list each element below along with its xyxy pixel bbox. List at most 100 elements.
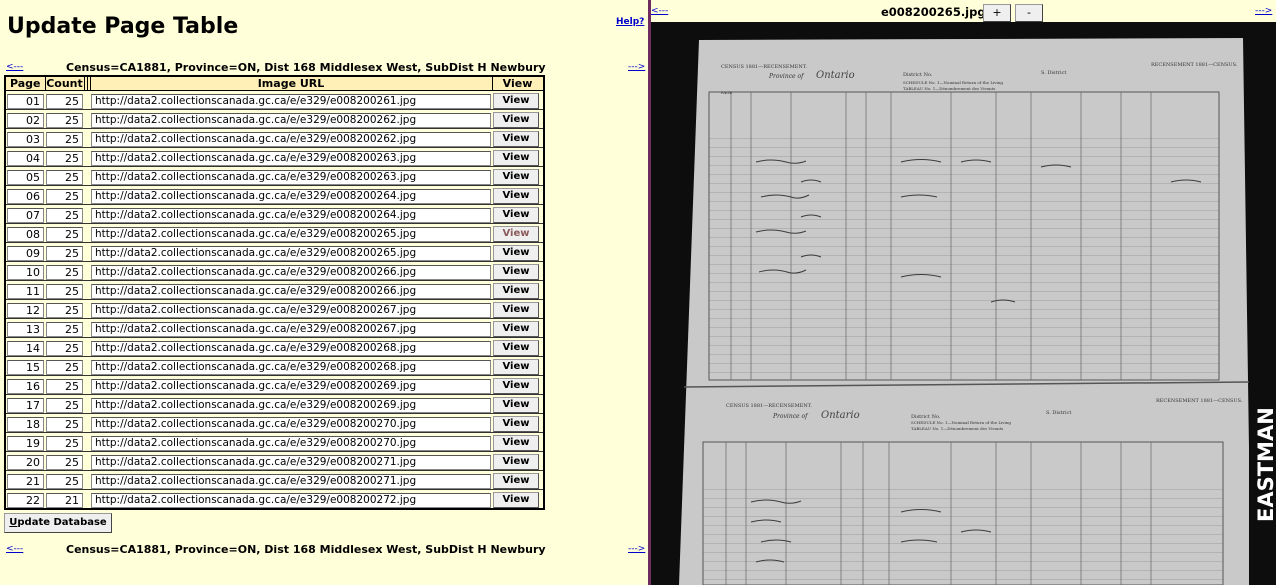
page-number-field[interactable]: 03 <box>7 131 44 147</box>
count-field[interactable]: 25 <box>46 321 83 337</box>
count-field[interactable]: 21 <box>46 492 83 508</box>
page-number-field[interactable]: 19 <box>7 435 44 451</box>
zoom-out-button[interactable]: - <box>1015 4 1043 22</box>
page-number-field[interactable]: 11 <box>7 283 44 299</box>
count-field[interactable]: 25 <box>46 397 83 413</box>
view-button[interactable]: View <box>493 244 539 261</box>
image-url-field[interactable]: http://data2.collectionscanada.gc.ca/e/e… <box>91 359 491 375</box>
census-page-image[interactable]: CENSUS 1881—RECENSEMENT. RECENSEMENT 188… <box>651 22 1276 585</box>
count-field[interactable]: 25 <box>46 131 83 147</box>
view-button[interactable]: View <box>493 377 539 394</box>
view-button[interactable]: View <box>493 453 539 470</box>
count-field[interactable]: 25 <box>46 264 83 280</box>
image-url-field[interactable]: http://data2.collectionscanada.gc.ca/e/e… <box>91 226 491 242</box>
next-district-link[interactable]: ---> <box>628 62 645 72</box>
page-number-field[interactable]: 06 <box>7 188 44 204</box>
count-field[interactable]: 25 <box>46 473 83 489</box>
prev-image-link[interactable]: <--- <box>651 6 668 16</box>
page-number-field[interactable]: 13 <box>7 321 44 337</box>
count-field[interactable]: 25 <box>46 359 83 375</box>
page-number-field[interactable]: 12 <box>7 302 44 318</box>
image-url-field[interactable]: http://data2.collectionscanada.gc.ca/e/e… <box>91 302 491 318</box>
image-url-field[interactable]: http://data2.collectionscanada.gc.ca/e/e… <box>91 397 491 413</box>
count-field[interactable]: 25 <box>46 454 83 470</box>
view-button[interactable]: View <box>493 301 539 318</box>
count-field[interactable]: 25 <box>46 226 83 242</box>
view-button[interactable]: View <box>493 396 539 413</box>
image-url-field[interactable]: http://data2.collectionscanada.gc.ca/e/e… <box>91 245 491 261</box>
image-url-field[interactable]: http://data2.collectionscanada.gc.ca/e/e… <box>91 150 491 166</box>
image-url-field[interactable]: http://data2.collectionscanada.gc.ca/e/e… <box>91 378 491 394</box>
view-button[interactable]: View <box>493 320 539 337</box>
image-url-field[interactable]: http://data2.collectionscanada.gc.ca/e/e… <box>91 93 491 109</box>
count-field[interactable]: 25 <box>46 416 83 432</box>
view-button[interactable]: View <box>493 92 539 109</box>
count-field[interactable]: 25 <box>46 302 83 318</box>
image-url-field[interactable]: http://data2.collectionscanada.gc.ca/e/e… <box>91 283 491 299</box>
image-url-field[interactable]: http://data2.collectionscanada.gc.ca/e/e… <box>91 416 491 432</box>
view-button[interactable]: View <box>493 111 539 128</box>
view-button[interactable]: View <box>493 149 539 166</box>
page-number-field[interactable]: 22 <box>7 492 44 508</box>
image-url-field[interactable]: http://data2.collectionscanada.gc.ca/e/e… <box>91 112 491 128</box>
count-field[interactable]: 25 <box>46 150 83 166</box>
image-url-field[interactable]: http://data2.collectionscanada.gc.ca/e/e… <box>91 435 491 451</box>
image-url-field[interactable]: http://data2.collectionscanada.gc.ca/e/e… <box>91 207 491 223</box>
view-button[interactable]: View <box>493 491 539 508</box>
page-number-field[interactable]: 04 <box>7 150 44 166</box>
image-url-field[interactable]: http://data2.collectionscanada.gc.ca/e/e… <box>91 131 491 147</box>
page-number-field[interactable]: 05 <box>7 169 44 185</box>
help-link[interactable]: Help? <box>616 17 644 27</box>
count-field[interactable]: 25 <box>46 188 83 204</box>
view-button[interactable]: View <box>493 263 539 280</box>
page-number-field[interactable]: 16 <box>7 378 44 394</box>
page-number-field[interactable]: 01 <box>7 93 44 109</box>
image-url-field[interactable]: http://data2.collectionscanada.gc.ca/e/e… <box>91 492 491 508</box>
view-button[interactable]: View <box>493 168 539 185</box>
page-number-field[interactable]: 09 <box>7 245 44 261</box>
count-field[interactable]: 25 <box>46 207 83 223</box>
count-field[interactable]: 25 <box>46 169 83 185</box>
count-field[interactable]: 25 <box>46 378 83 394</box>
image-url-field[interactable]: http://data2.collectionscanada.gc.ca/e/e… <box>91 188 491 204</box>
update-database-button[interactable]: Update Database <box>4 513 112 533</box>
view-button[interactable]: View <box>493 415 539 432</box>
view-button[interactable]: View <box>493 434 539 451</box>
next-district-link-bottom[interactable]: ---> <box>628 544 645 554</box>
view-button[interactable]: View <box>493 225 539 242</box>
view-button[interactable]: View <box>493 187 539 204</box>
zoom-in-button[interactable]: + <box>983 4 1011 22</box>
page-number-field[interactable]: 15 <box>7 359 44 375</box>
next-image-link[interactable]: ---> <box>1255 6 1272 16</box>
view-button[interactable]: View <box>493 358 539 375</box>
image-url-field[interactable]: http://data2.collectionscanada.gc.ca/e/e… <box>91 264 491 280</box>
view-button[interactable]: View <box>493 472 539 489</box>
table-row: 04 25 http://data2.collectionscanada.gc.ca… <box>5 147 544 167</box>
view-button[interactable]: View <box>493 130 539 147</box>
prev-district-link-bottom[interactable]: <--- <box>6 544 23 554</box>
view-button[interactable]: View <box>493 206 539 223</box>
page-number-field[interactable]: 10 <box>7 264 44 280</box>
page-number-field[interactable]: 07 <box>7 207 44 223</box>
page-number-field[interactable]: 21 <box>7 473 44 489</box>
page-number-field[interactable]: 17 <box>7 397 44 413</box>
count-field[interactable]: 25 <box>46 93 83 109</box>
count-field[interactable]: 25 <box>46 283 83 299</box>
image-url-field[interactable]: http://data2.collectionscanada.gc.ca/e/e… <box>91 321 491 337</box>
prev-district-link[interactable]: <--- <box>6 62 23 72</box>
count-field[interactable]: 25 <box>46 112 83 128</box>
page-number-field[interactable]: 02 <box>7 112 44 128</box>
image-url-field[interactable]: http://data2.collectionscanada.gc.ca/e/e… <box>91 169 491 185</box>
count-field[interactable]: 25 <box>46 435 83 451</box>
image-url-field[interactable]: http://data2.collectionscanada.gc.ca/e/e… <box>91 340 491 356</box>
page-number-field[interactable]: 14 <box>7 340 44 356</box>
image-url-field[interactable]: http://data2.collectionscanada.gc.ca/e/e… <box>91 473 491 489</box>
page-number-field[interactable]: 08 <box>7 226 44 242</box>
page-number-field[interactable]: 18 <box>7 416 44 432</box>
image-url-field[interactable]: http://data2.collectionscanada.gc.ca/e/e… <box>91 454 491 470</box>
page-number-field[interactable]: 20 <box>7 454 44 470</box>
count-field[interactable]: 25 <box>46 340 83 356</box>
count-field[interactable]: 25 <box>46 245 83 261</box>
view-button[interactable]: View <box>493 282 539 299</box>
view-button[interactable]: View <box>493 339 539 356</box>
